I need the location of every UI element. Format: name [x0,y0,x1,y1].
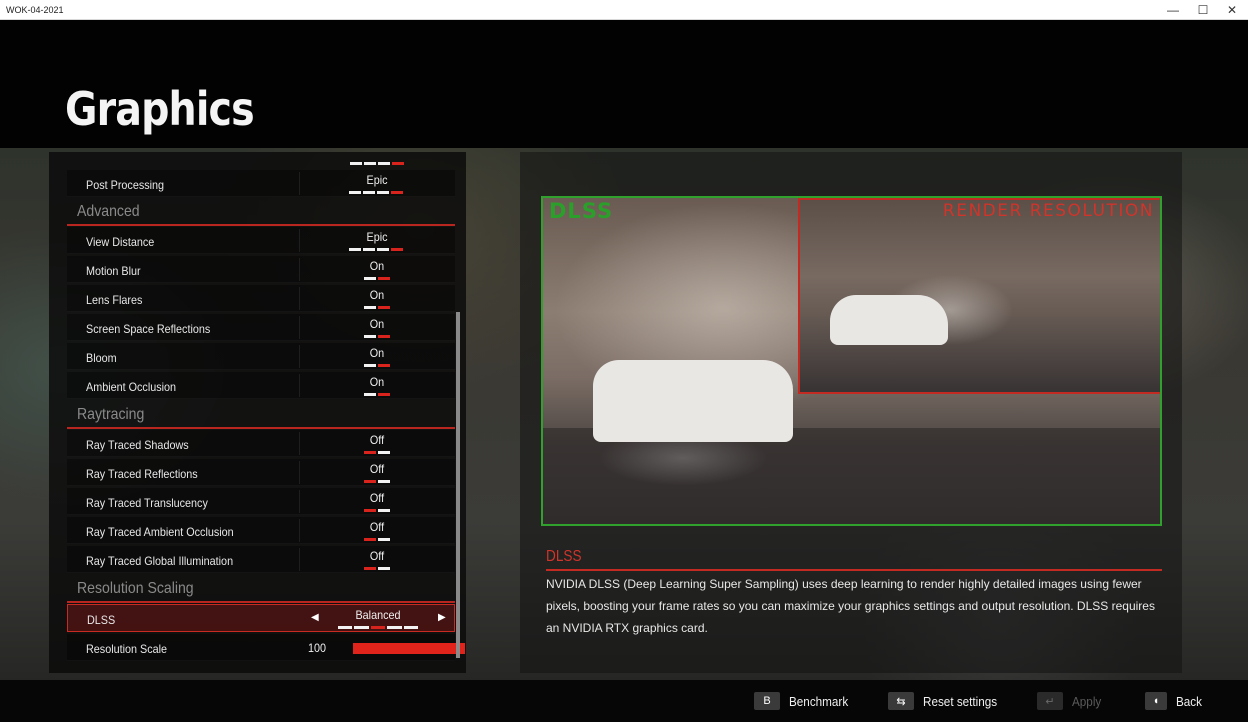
mouse-icon: ◖ [1145,692,1167,710]
section-divider [67,427,455,429]
description-title: DLSS [546,548,582,565]
toggle-indicator [364,306,390,309]
apply-button[interactable]: ↵ Apply [1037,680,1105,722]
toggle-indicator [364,480,390,483]
section-divider [67,601,455,603]
setting-label: Resolution Scale [86,642,168,656]
resolution-scale-slider[interactable] [353,643,465,654]
toggle-indicator [364,451,390,454]
header-band: Graphics [0,20,1248,148]
description-text: NVIDIA DLSS (Deep Learning Super Samplin… [546,577,1155,635]
setting-value: On [369,346,385,360]
setting-row-lens-flares[interactable]: Lens Flares On [67,285,455,312]
toggle-indicator [364,538,390,541]
page-title: Graphics [65,82,255,136]
setting-label: Ray Traced Global Illumination [86,554,234,568]
dlss-label: DLSS [549,199,614,223]
setting-value: On [369,317,385,331]
setting-value: On [369,259,385,273]
setting-row-ray-traced-translucency[interactable]: Ray Traced Translucency Off [67,488,455,515]
setting-row-ambient-occlusion[interactable]: Ambient Occlusion On [67,372,455,399]
setting-value: 100 [307,641,327,655]
render-resolution-inset: RENDER RESOLUTION [798,198,1160,394]
setting-label: Lens Flares [86,293,143,307]
level-indicator [349,191,403,194]
toggle-indicator [364,567,390,570]
setting-label: Bloom [86,351,117,365]
car-image [593,360,793,442]
setting-label: Post Processing [86,178,165,192]
window-title: WOK-04-2021 [6,5,64,15]
level-indicator [349,248,403,251]
toggle-indicator [364,393,390,396]
setting-row-ray-traced-reflections[interactable]: Ray Traced Reflections Off [67,459,455,486]
section-raytracing: Raytracing [77,406,145,423]
setting-label: Motion Blur [86,264,141,278]
level-indicator [338,626,419,629]
setting-value: On [369,375,385,389]
back-label: Back [1176,693,1203,709]
setting-label: View Distance [86,235,155,249]
toggle-indicator [364,335,390,338]
setting-value: On [369,288,385,302]
reset-settings-button[interactable]: ⇆ Reset settings [888,680,1005,722]
render-resolution-label: RENDER RESOLUTION [942,201,1154,221]
setting-label: Ray Traced Shadows [86,438,189,452]
close-button[interactable]: ✕ [1216,0,1248,20]
section-divider [67,224,455,226]
setting-label: Ray Traced Reflections [86,467,198,481]
setting-row-ray-traced-global-illumination[interactable]: Ray Traced Global Illumination Off [67,546,455,573]
setting-row-screen-space-reflections[interactable]: Screen Space Reflections On [67,314,455,341]
setting-value: Epic [366,230,388,244]
b-key-icon: B [754,692,780,710]
description-divider [546,569,1162,571]
setting-row-post-processing[interactable]: Post Processing Epic [67,170,455,197]
settings-scrollbar[interactable] [456,312,460,658]
section-resolution-scaling: Resolution Scaling [77,580,194,597]
section-advanced: Advanced [77,203,140,220]
toggle-indicator [364,364,390,367]
benchmark-button[interactable]: B Benchmark [754,680,855,722]
setting-row-motion-blur[interactable]: Motion Blur On [67,256,455,283]
setting-value: Off [369,549,385,563]
game-viewport: Graphics Post Processing Epic Advanced V… [0,20,1248,722]
reset-icon: ⇆ [888,692,914,710]
setting-row-view-distance[interactable]: View Distance Epic [67,227,455,254]
setting-label: Ray Traced Translucency [86,496,208,510]
setting-row-resolution-scale[interactable]: Resolution Scale 100 [67,634,465,661]
dlss-prev-arrow[interactable]: ◀ [311,612,319,623]
bottom-action-bar: B Benchmark ⇆ Reset settings ↵ Apply ◖ B… [0,680,1248,722]
setting-label: DLSS [87,613,116,627]
setting-value: Off [369,520,385,534]
setting-value: Off [369,491,385,505]
apply-label: Apply [1072,693,1102,709]
window-titlebar: WOK-04-2021 — ☐ ✕ [0,0,1248,20]
setting-value: Off [369,433,385,447]
reset-settings-label: Reset settings [923,693,998,709]
enter-icon: ↵ [1037,692,1063,710]
setting-value: Balanced [355,608,401,622]
dlss-next-arrow[interactable]: ▶ [438,612,446,623]
benchmark-label: Benchmark [789,693,849,709]
setting-row-ray-traced-shadows[interactable]: Ray Traced Shadows Off [67,430,455,457]
setting-label: Screen Space Reflections [86,322,211,336]
setting-label: Ambient Occlusion [86,380,177,394]
setting-value: Epic [366,173,388,187]
partial-row-pips [350,162,404,165]
setting-row-ray-traced-ambient-occlusion[interactable]: Ray Traced Ambient Occlusion Off [67,517,455,544]
toggle-indicator [364,509,390,512]
maximize-button[interactable]: ☐ [1187,0,1219,20]
dlss-preview-image: DLSS RENDER RESOLUTION [541,196,1162,526]
setting-label: Ray Traced Ambient Occlusion [86,525,234,539]
setting-row-dlss[interactable]: DLSS ◀ Balanced ▶ [67,604,455,632]
car-image [830,295,948,345]
minimize-button[interactable]: — [1157,0,1189,20]
settings-panel: Post Processing Epic Advanced View Dista… [49,152,466,673]
setting-row-bloom[interactable]: Bloom On [67,343,455,370]
back-button[interactable]: ◖ Back [1145,680,1205,722]
toggle-indicator [364,277,390,280]
setting-value: Off [369,462,385,476]
